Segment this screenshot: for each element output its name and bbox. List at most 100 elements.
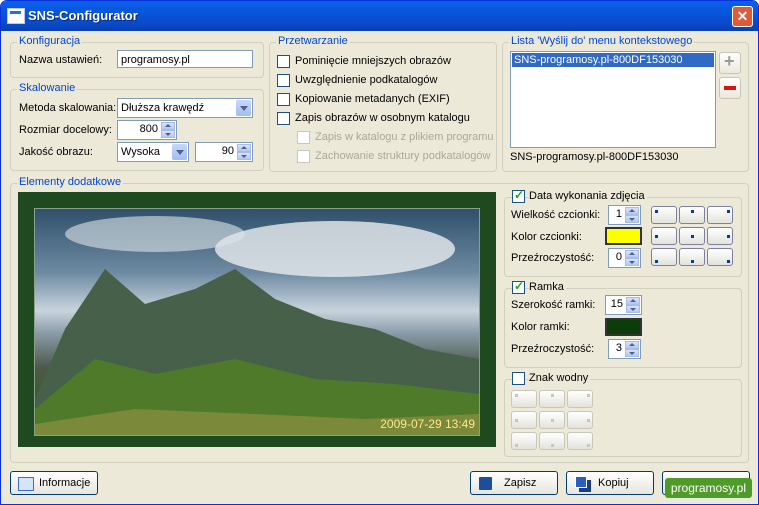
frame-width-stepper-buttons[interactable] <box>626 297 640 313</box>
position-bottom-center[interactable] <box>679 248 705 266</box>
app-icon <box>7 8 25 24</box>
add-button[interactable]: + <box>719 51 741 74</box>
frame-width-value: 15 <box>610 298 623 310</box>
przetwarzanie-legend: Przetwarzanie <box>276 35 350 47</box>
watermark-checkbox[interactable] <box>512 372 525 385</box>
quality-stepper[interactable]: 90 <box>195 142 253 162</box>
font-color-swatch[interactable] <box>605 227 642 245</box>
option-exif-checkbox[interactable] <box>277 93 290 106</box>
send-to-listbox[interactable]: SNS-programosy.pl-800DF153030 <box>510 51 716 148</box>
window-title: SNS-Configurator <box>28 8 138 23</box>
name-label: Nazwa ustawień: <box>19 54 103 66</box>
wm-position-top-center <box>539 390 565 408</box>
stepper-down-icon[interactable] <box>625 258 639 266</box>
method-select[interactable]: Dłuższa krawędź <box>117 98 253 118</box>
date-transparency-label: Przeźroczystość: <box>511 252 595 264</box>
frame-color-swatch[interactable] <box>605 318 642 336</box>
copy-button-label: Kopiuj <box>598 477 629 489</box>
position-top-center[interactable] <box>679 206 705 224</box>
info-button[interactable]: Informacje <box>10 471 98 495</box>
position-middle-center[interactable] <box>679 227 705 245</box>
date-transparency-stepper[interactable]: 0 <box>608 248 641 268</box>
close-button[interactable]: ✕ <box>732 6 753 27</box>
date-transparency-stepper-buttons[interactable] <box>625 250 639 266</box>
frame-transparency-stepper[interactable]: 3 <box>608 339 641 359</box>
chevron-down-icon[interactable] <box>236 100 251 116</box>
frame-width-label: Szerokość ramki: <box>511 299 596 311</box>
stepper-up-icon[interactable] <box>161 122 175 130</box>
date-transparency-value: 0 <box>615 251 622 263</box>
remove-button[interactable] <box>719 77 741 99</box>
floppy-icon <box>479 477 492 490</box>
skalowanie-legend: Skalowanie <box>17 82 78 94</box>
position-bottom-left[interactable] <box>651 248 677 266</box>
font-size-stepper[interactable]: 1 <box>608 205 641 225</box>
wm-position-middle-left <box>511 411 537 429</box>
minus-icon <box>724 86 736 90</box>
stepper-down-icon[interactable] <box>625 215 639 223</box>
image-preview: 2009-07-29 13:49 <box>18 192 496 447</box>
size-value: 800 <box>139 123 158 135</box>
frame-checkbox[interactable] <box>512 279 525 294</box>
option-subfolders-checkbox[interactable] <box>277 74 290 87</box>
lista-legend: Lista 'Wyślij do' menu kontekstowego <box>509 35 695 47</box>
font-size-stepper-buttons[interactable] <box>625 207 639 223</box>
wm-position-bottom-right <box>567 432 593 450</box>
size-label: Rozmiar docelowy: <box>19 124 112 136</box>
position-top-right[interactable] <box>707 206 733 224</box>
position-bottom-right[interactable] <box>707 248 733 266</box>
option-skip-smaller-checkbox[interactable] <box>277 55 290 68</box>
quality-stepper-buttons[interactable] <box>237 144 251 160</box>
frame-transparency-label: Przeźroczystość: <box>511 343 595 355</box>
option-separate-folder-checkbox[interactable] <box>277 112 290 125</box>
title-bar[interactable]: SNS-Configurator ✕ <box>1 1 758 31</box>
info-icon <box>18 477 34 491</box>
date-checkbox[interactable] <box>512 188 525 203</box>
lista-status: SNS-programosy.pl-800DF153030 <box>510 151 679 163</box>
mountain-landscape-image <box>35 216 479 435</box>
stepper-up-icon[interactable] <box>625 341 639 349</box>
chevron-down-icon[interactable] <box>172 144 187 160</box>
wm-position-middle-center <box>539 411 565 429</box>
quality-select[interactable]: Wysoka <box>117 142 189 162</box>
quality-value: Wysoka <box>121 146 161 158</box>
stepper-up-icon[interactable] <box>237 144 251 152</box>
size-stepper[interactable]: 800 <box>117 120 177 140</box>
stepper-down-icon[interactable] <box>626 305 640 313</box>
wm-position-top-left <box>511 390 537 408</box>
save-button[interactable]: Zapisz <box>470 471 558 495</box>
font-size-value: 1 <box>615 208 622 220</box>
frame-color-label: Kolor ramki: <box>511 321 570 333</box>
size-stepper-buttons[interactable] <box>161 122 175 138</box>
watermark-checkbox-label: Znak wodny <box>529 372 591 384</box>
position-top-left[interactable] <box>651 206 677 224</box>
wm-position-top-right <box>567 390 593 408</box>
frame-transparency-stepper-buttons[interactable] <box>625 341 639 357</box>
stepper-up-icon[interactable] <box>626 297 640 305</box>
save-button-label: Zapisz <box>504 477 537 489</box>
option-exif-label: Kopiowanie metadanych (EXIF) <box>295 93 450 105</box>
frame-width-stepper[interactable]: 15 <box>605 295 642 315</box>
copy-button[interactable]: Kopiuj <box>566 471 654 495</box>
konfiguracja-legend: Konfiguracja <box>17 35 83 47</box>
wm-position-middle-right <box>567 411 593 429</box>
name-input[interactable]: programosy.pl <box>117 50 253 68</box>
preview-timestamp: 2009-07-29 13:49 <box>380 417 475 431</box>
stepper-down-icon[interactable] <box>625 349 639 357</box>
position-middle-left[interactable] <box>651 227 677 245</box>
stepper-down-icon[interactable] <box>161 130 175 138</box>
stepper-up-icon[interactable] <box>625 250 639 258</box>
quality-num: 90 <box>221 145 234 157</box>
option-subfolders-label: Uwzględnienie podkatalogów <box>295 74 438 86</box>
option-program-folder-label: Zapis w katalogu z plikiem programu <box>315 131 494 143</box>
stepper-down-icon[interactable] <box>237 152 251 160</box>
option-skip-smaller-label: Pominięcie mniejszych obrazów <box>295 55 451 67</box>
font-color-label: Kolor czcionki: <box>511 231 582 243</box>
position-middle-right[interactable] <box>707 227 733 245</box>
info-button-label: Informacje <box>39 477 91 489</box>
copy-icon <box>575 476 587 488</box>
stepper-up-icon[interactable] <box>625 207 639 215</box>
font-size-label: Wielkość czcionki: <box>511 209 601 221</box>
list-item[interactable]: SNS-programosy.pl-800DF153030 <box>512 53 714 67</box>
watermark-logo: programosy.pl <box>664 478 752 498</box>
